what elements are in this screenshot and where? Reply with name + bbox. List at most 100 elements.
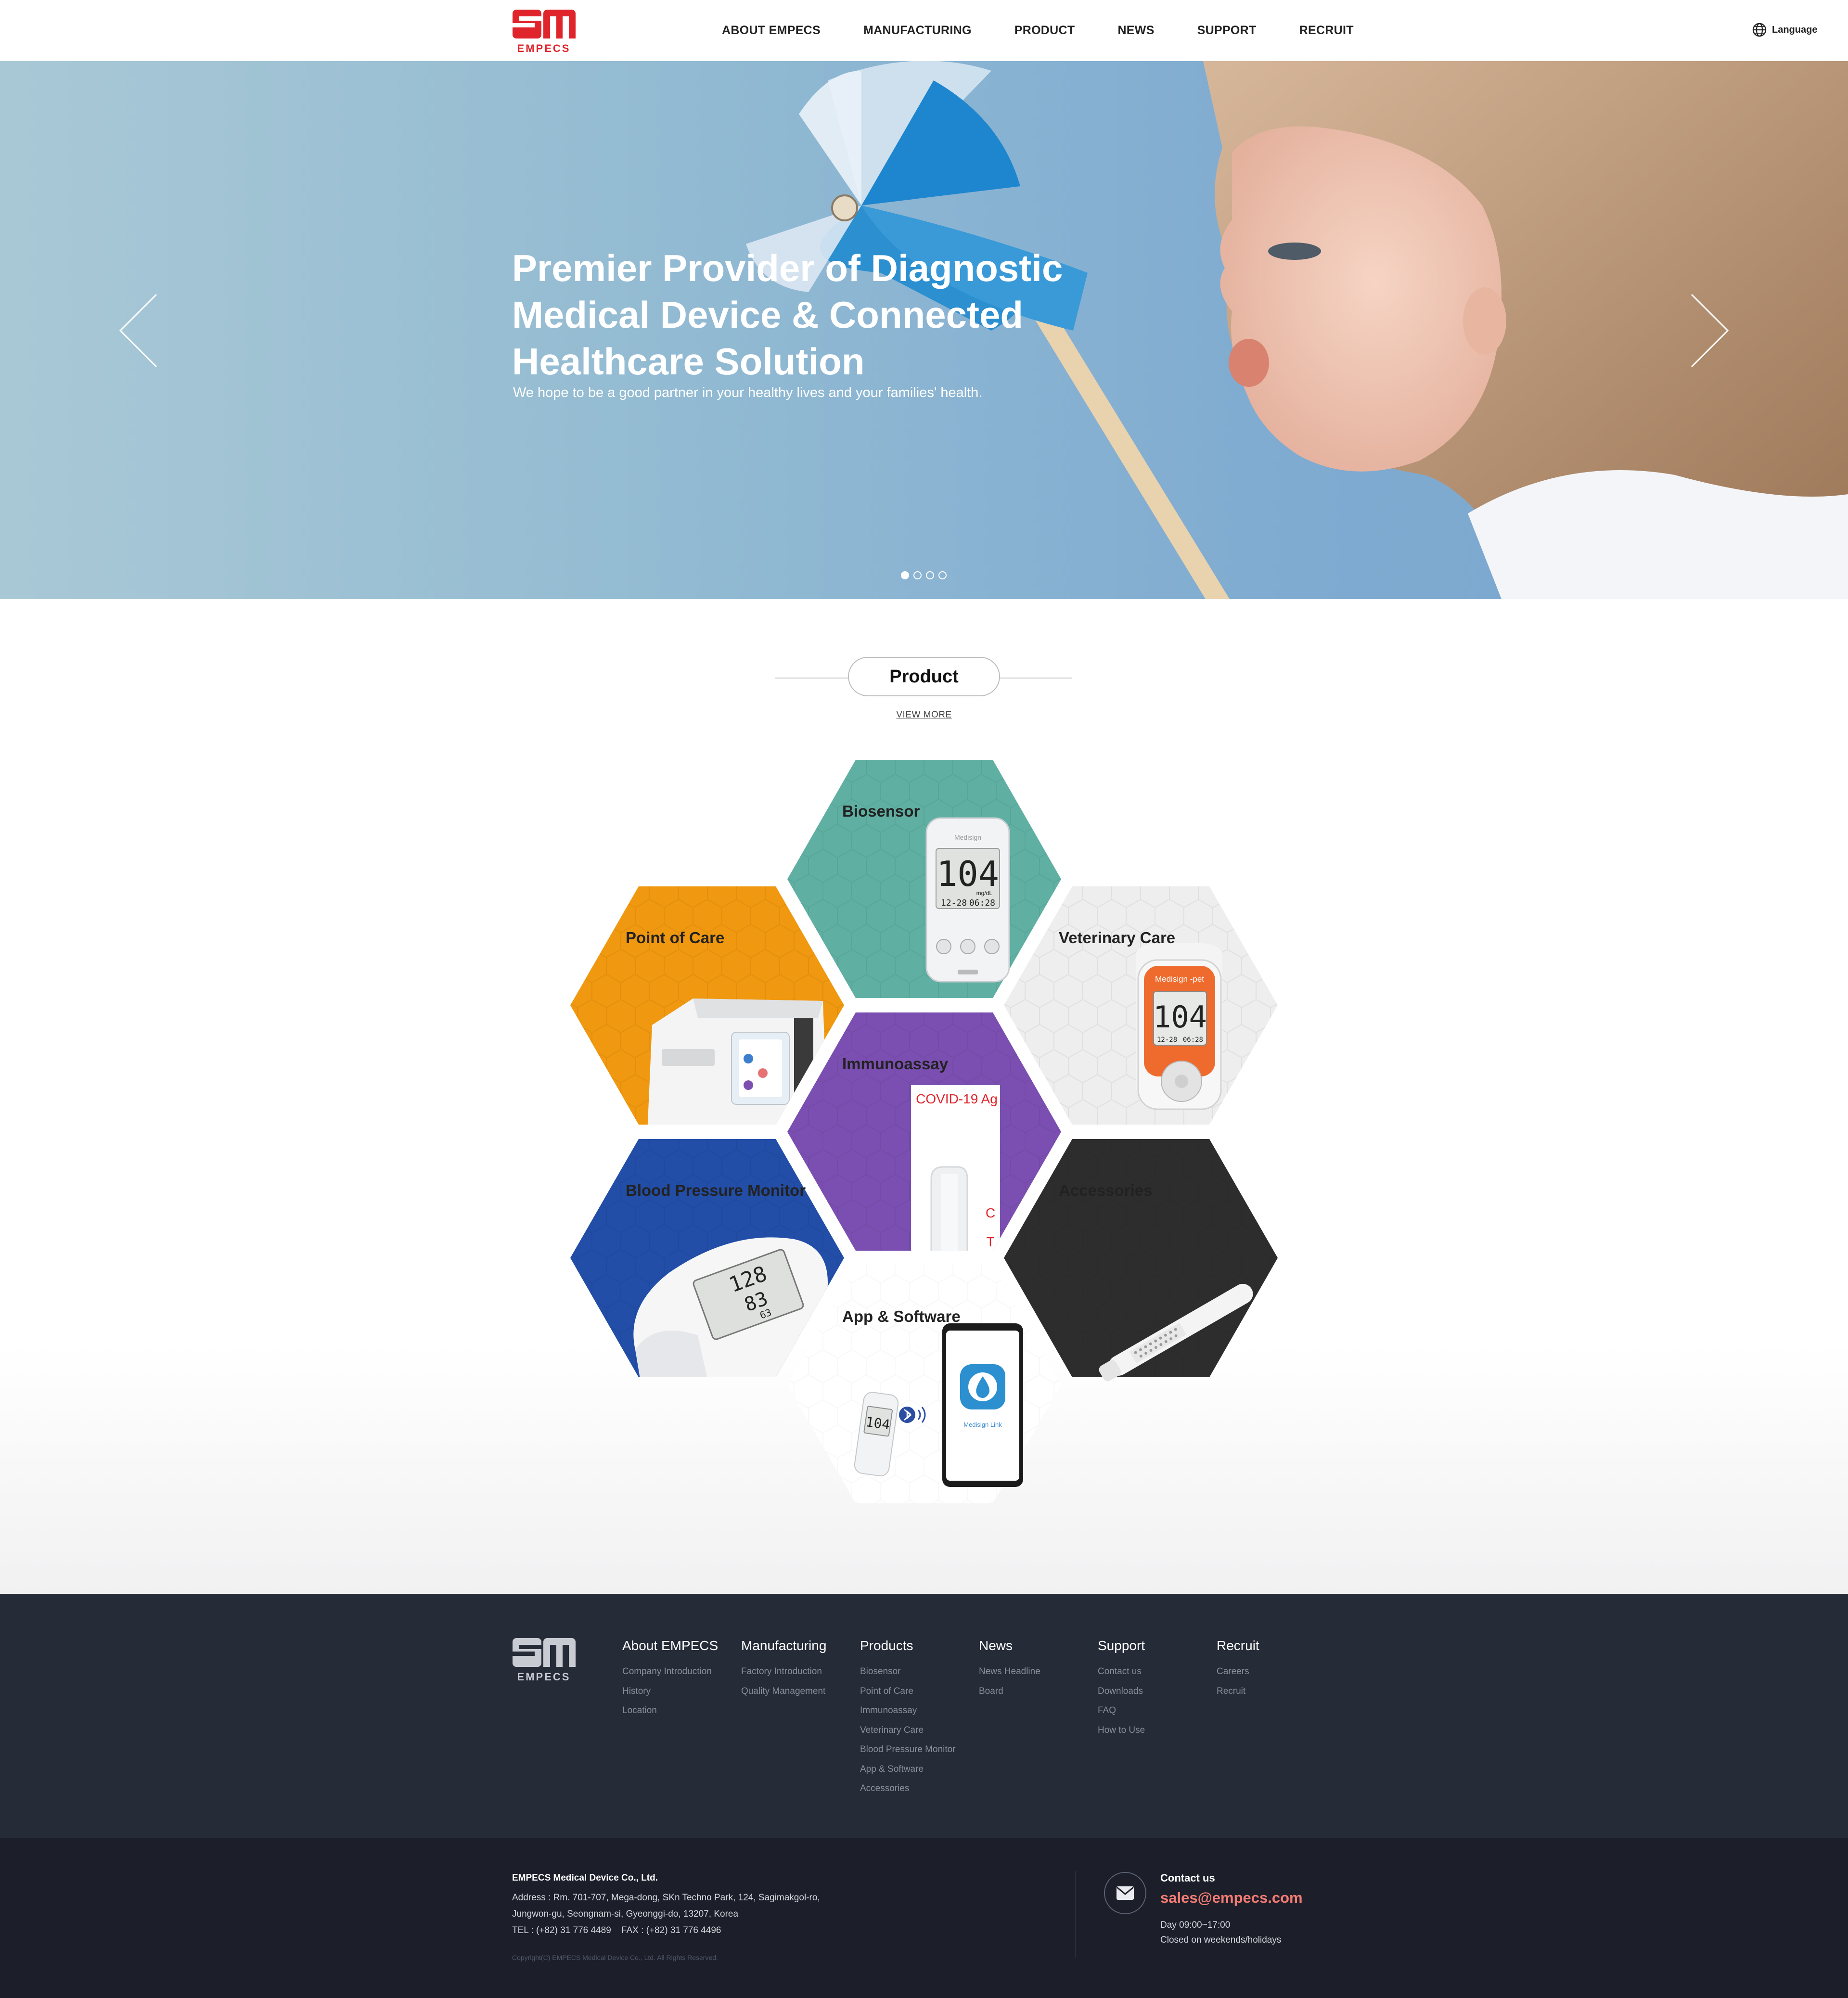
hero-title-line-3: Healthcare Solution <box>512 340 865 383</box>
office-hours: Day 09:00~17:00 Closed on weekends/holid… <box>1160 1918 1281 1947</box>
nav-news[interactable]: NEWS <box>1117 24 1154 38</box>
hours-line-1: Day 09:00~17:00 <box>1160 1920 1231 1930</box>
footer-link[interactable]: Veterinary Care <box>860 1721 956 1741</box>
glucose-reading: 104 <box>937 854 999 894</box>
nav-support[interactable]: SUPPORT <box>1197 24 1257 38</box>
company-name: EMPECS Medical Device Co., Ltd. <box>512 1873 658 1883</box>
nav-recruit[interactable]: RECRUIT <box>1299 24 1354 38</box>
vet-time: 06:28 <box>1183 1036 1203 1044</box>
hex-label-immunoassay[interactable]: Immunoassay <box>842 1055 948 1073</box>
footer-link[interactable]: Quality Management <box>741 1682 826 1702</box>
footer-col-title[interactable]: Support <box>1098 1638 1145 1653</box>
footer-logo-text: EMPECS <box>517 1671 571 1683</box>
nav-about[interactable]: ABOUT EMPECS <box>722 24 821 38</box>
footer-link[interactable]: Contact us <box>1098 1662 1145 1682</box>
footer-col-title[interactable]: Manufacturing <box>741 1638 826 1653</box>
slider-dot-4[interactable] <box>938 571 947 579</box>
footer-col-products: Products Biosensor Point of Care Immunoa… <box>860 1638 956 1799</box>
glucose-date: 12-28 <box>941 898 967 908</box>
slider-next-arrow-icon[interactable] <box>1687 292 1730 369</box>
product-hex-veterinary-care[interactable]: Medisign -pet 104 12-28 06:28 <box>1004 886 1278 1125</box>
footer-col-title[interactable]: About EMPECS <box>622 1638 718 1653</box>
product-hex-accessories[interactable] <box>1004 1139 1278 1384</box>
product-section: Product VIEW MORE Medisign 104 mg/dL 12-… <box>0 599 1848 1594</box>
covid-test-label: COVID-19 Ag <box>916 1091 998 1106</box>
covid-c-mark: C <box>986 1205 995 1220</box>
footer-link[interactable]: Factory Introduction <box>741 1662 826 1682</box>
nav-manufacturing[interactable]: MANUFACTURING <box>863 24 972 38</box>
empecs-logo[interactable]: EMPECS <box>512 9 577 54</box>
tel-fax-line: TEL : (+82) 31 776 4489 FAX : (+82) 31 7… <box>512 1925 721 1935</box>
slider-dot-1[interactable] <box>901 571 909 579</box>
glucose-time: 06:28 <box>969 898 995 908</box>
footer-link[interactable]: Immunoassay <box>860 1701 956 1721</box>
footer-col-about: About EMPECS Company Introduction Histor… <box>622 1638 718 1721</box>
address-line-2: Jungwon-gu, Seongnam-si, Gyeonggi-do, 13… <box>512 1909 739 1919</box>
product-hex-blood-pressure-monitor[interactable]: 128 83 63 <box>570 1139 844 1379</box>
footer-link[interactable]: Location <box>622 1701 718 1721</box>
hex-label-point-of-care[interactable]: Point of Care <box>626 929 724 947</box>
hex-label-biosensor[interactable]: Biosensor <box>842 802 920 820</box>
mail-icon[interactable] <box>1104 1872 1146 1914</box>
vet-brand: Medisign -pet <box>1155 974 1204 984</box>
footer-link[interactable]: Downloads <box>1098 1682 1145 1702</box>
language-selector[interactable]: Language <box>1752 22 1817 38</box>
hex-label-accessories[interactable]: Accessories <box>1059 1181 1152 1200</box>
contact-email-link[interactable]: sales@empecs.com <box>1160 1889 1303 1907</box>
hex-label-veterinary-care[interactable]: Veterinary Care <box>1059 929 1175 947</box>
footer-col-title[interactable]: News <box>979 1638 1040 1653</box>
footer-link[interactable]: Careers <box>1217 1662 1259 1682</box>
app-name: Medisign Link <box>963 1421 1002 1428</box>
footer-col-title[interactable]: Recruit <box>1217 1638 1259 1653</box>
vet-reading: 104 <box>1153 999 1207 1035</box>
footer-link[interactable]: How to Use <box>1098 1721 1145 1741</box>
hero-title-line-2: Medical Device & Connected <box>512 294 1023 336</box>
slider-prev-arrow-icon[interactable] <box>118 292 161 369</box>
hex-label-blood-pressure-monitor[interactable]: Blood Pressure Monitor <box>626 1181 806 1200</box>
footer-col-recruit: Recruit Careers Recruit <box>1217 1638 1259 1701</box>
product-hex-app-software[interactable]: 104 Medisign Link <box>787 1265 1061 1503</box>
site-header: EMPECS ABOUT EMPECS MANUFACTURING PRODUC… <box>0 0 1848 61</box>
main-nav: ABOUT EMPECS MANUFACTURING PRODUCT NEWS … <box>722 0 1354 61</box>
company-address: Address : Rm. 701-707, Mega-dong, SKn Te… <box>512 1890 820 1939</box>
logo-text: EMPECS <box>517 42 571 54</box>
copyright: Copyright(C) EMPECS Medical Device Co., … <box>512 1954 718 1961</box>
svg-text:104: 104 <box>865 1414 891 1433</box>
vet-date: 12-28 <box>1157 1036 1177 1044</box>
footer-link[interactable]: History <box>622 1682 718 1702</box>
footer-info: EMPECS Medical Device Co., Ltd. Address … <box>0 1838 1848 1998</box>
language-label: Language <box>1772 24 1818 35</box>
footer-link[interactable]: FAQ <box>1098 1701 1145 1721</box>
contact-title: Contact us <box>1160 1872 1215 1884</box>
footer-link[interactable]: Board <box>979 1682 1040 1702</box>
slider-dot-2[interactable] <box>913 571 922 579</box>
footer-link[interactable]: Recruit <box>1217 1682 1259 1702</box>
footer-link[interactable]: Biosensor <box>860 1662 956 1682</box>
globe-icon <box>1752 23 1767 37</box>
footer-link[interactable]: Point of Care <box>860 1682 956 1702</box>
product-hex-point-of-care[interactable] <box>570 886 844 1133</box>
glucose-unit: mg/dL <box>976 890 993 897</box>
footer-col-manufacturing: Manufacturing Factory Introduction Quali… <box>741 1638 826 1701</box>
product-hex-biosensor[interactable]: Medisign 104 mg/dL 12-28 06:28 <box>787 760 1061 998</box>
hero-title-line-1: Premier Provider of Diagnostic <box>512 247 1063 289</box>
footer-col-title[interactable]: Products <box>860 1638 956 1653</box>
footer-col-news: News News Headline Board <box>979 1638 1040 1701</box>
slider-dot-3[interactable] <box>926 571 934 579</box>
footer-sitemap: EMPECS About EMPECS Company Introduction… <box>0 1594 1848 1838</box>
footer-link[interactable]: App & Software <box>860 1760 956 1780</box>
footer-link[interactable]: Company Introduction <box>622 1662 718 1682</box>
footer-link[interactable]: News Headline <box>979 1662 1040 1682</box>
product-hex-immunoassay[interactable]: COVID-19 Ag C T <box>787 1012 1061 1261</box>
covid-t-mark: T <box>986 1234 994 1249</box>
footer-logo[interactable]: EMPECS <box>512 1637 577 1683</box>
footer-link[interactable]: Blood Pressure Monitor <box>860 1740 956 1760</box>
hex-label-app-software[interactable]: App & Software <box>842 1307 961 1326</box>
product-hex-grid: Medisign 104 mg/dL 12-28 06:28 Medisign … <box>570 760 1278 1503</box>
slider-pagination <box>901 571 951 579</box>
nav-product[interactable]: PRODUCT <box>1014 24 1075 38</box>
envelope-icon <box>1116 1886 1134 1900</box>
footer-link[interactable]: Accessories <box>860 1779 956 1799</box>
footer-col-support: Support Contact us Downloads FAQ How to … <box>1098 1638 1145 1740</box>
hero-subtitle: We hope to be a good partner in your hea… <box>513 385 983 400</box>
